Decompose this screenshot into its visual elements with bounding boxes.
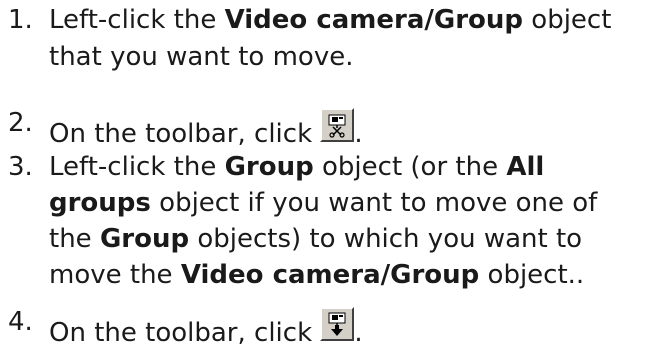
bold-term: Video camera/Group bbox=[224, 5, 524, 35]
step-number: 2. bbox=[8, 108, 33, 138]
paste-camera-icon[interactable] bbox=[320, 307, 355, 341]
step-3-line-3: the Group objects) to which you want to bbox=[49, 224, 583, 254]
step-4-line: On the toolbar, click . bbox=[49, 307, 363, 348]
step-1-line-1: Left-click the Video camera/Group object bbox=[49, 5, 612, 35]
step-number: 3. bbox=[8, 152, 33, 182]
step-1-line-2: that you want to move. bbox=[49, 42, 354, 72]
step-3-line-4: move the Video camera/Group object.. bbox=[49, 260, 585, 290]
bold-term: Group bbox=[99, 224, 190, 254]
step-3-line-2: groups object if you want to move one of bbox=[49, 188, 598, 218]
step-number: 1. bbox=[8, 5, 33, 35]
step-number: 4. bbox=[8, 307, 33, 337]
step-3-line-1: Left-click the Group object (or the All bbox=[49, 152, 545, 182]
step-2-line: On the toolbar, click . bbox=[49, 108, 363, 149]
bold-term: Video camera/Group bbox=[180, 260, 480, 290]
bold-term: Group bbox=[224, 152, 314, 182]
bold-term: All bbox=[506, 152, 545, 182]
bold-term: groups bbox=[49, 188, 151, 218]
cut-camera-icon[interactable] bbox=[320, 108, 355, 142]
